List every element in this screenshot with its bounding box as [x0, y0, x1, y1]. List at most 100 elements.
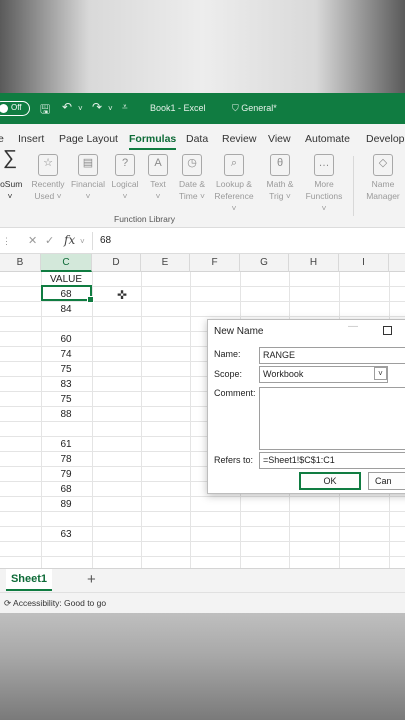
clock-icon: ◷	[182, 154, 202, 176]
name-label: Name:	[214, 349, 241, 359]
column-header-e[interactable]: E	[141, 254, 190, 272]
cell-c-value[interactable]: 61	[41, 437, 91, 452]
redo-icon[interactable]: ↷	[92, 100, 102, 114]
tab-insert[interactable]: Insert	[18, 133, 44, 145]
cell-c-value[interactable]: 75	[41, 392, 91, 407]
tab-formulas[interactable]: Formulas	[129, 133, 177, 150]
math-trig-button[interactable]: θ Math & Trig ˅	[258, 154, 302, 202]
cell-c-value[interactable]: 84	[41, 302, 91, 317]
ok-button[interactable]: OK	[299, 472, 361, 490]
sheet-tab-bar: Sheet1 +	[0, 568, 405, 592]
cell-c-value[interactable]	[41, 317, 91, 332]
scope-label: Scope:	[214, 369, 243, 379]
ribbon-function-library: ∑ toSum ˅ ☆ Recently Used ˅ ▤ Financial …	[0, 148, 405, 228]
tab-developer[interactable]: Develope	[366, 133, 405, 145]
cell-cursor-icon: ✜	[117, 288, 128, 302]
tab-review[interactable]: Review	[222, 133, 256, 145]
tab-data[interactable]: Data	[186, 133, 208, 145]
cell-c-value[interactable]: 60	[41, 332, 91, 347]
column-headers: B C D E F G H I	[0, 254, 405, 272]
question-icon: ?	[115, 154, 135, 176]
cell-c-value[interactable]: 74	[41, 347, 91, 362]
maximize-icon[interactable]	[383, 326, 392, 335]
add-sheet-icon[interactable]: +	[87, 571, 96, 588]
column-header-i[interactable]: I	[339, 254, 389, 272]
expand-formula-icon[interactable]: ˅	[80, 237, 85, 246]
accessibility-status[interactable]: Accessibility: Good to go	[13, 598, 106, 608]
comment-textarea[interactable]	[259, 387, 405, 450]
sensitivity-label[interactable]: ⛉ General*	[232, 103, 277, 114]
undo-icon[interactable]: ↶	[62, 100, 72, 114]
cell-c-value[interactable]: 75	[41, 362, 91, 377]
name-input[interactable]: RANGE	[259, 347, 405, 364]
tab-automate[interactable]: Automate	[305, 133, 350, 145]
grid-line	[141, 272, 142, 568]
undo-dropdown-icon[interactable]: ˅	[78, 104, 83, 113]
new-name-dialog: New Name — Name: RANGE Scope: Workbook ˅…	[207, 319, 405, 494]
tab-page-layout[interactable]: Page Layout	[59, 133, 118, 145]
cell-c-value[interactable]: 68	[41, 482, 91, 497]
formula-bar: ⋮ ✕ ✓ fx ˅ 68	[0, 228, 405, 254]
cell-c-value[interactable]: 78	[41, 452, 91, 467]
cell-c-value[interactable]: 79	[41, 467, 91, 482]
group-separator	[353, 156, 354, 216]
cell-c-value[interactable]: 88	[41, 407, 91, 422]
autosave-toggle[interactable]: Off	[0, 101, 30, 116]
star-icon: ☆	[38, 154, 58, 176]
sheet-tab-sheet1[interactable]: Sheet1	[6, 569, 52, 591]
lookup-reference-button[interactable]: ⌕ Lookup & Reference ˅	[212, 154, 256, 214]
accessibility-icon: ⟳	[4, 598, 12, 608]
database-icon: ▤	[78, 154, 98, 176]
background-shade	[0, 613, 405, 720]
more-functions-button[interactable]: … More Functions ˅	[302, 154, 346, 214]
excel-window: Off 🖫 ↶ ˅ ↷ ˅ ⩡ Book1 - Excel ⛉ General*…	[0, 93, 405, 613]
autosave-label: Off	[11, 103, 22, 112]
cell-c-value[interactable]: 63	[41, 527, 91, 542]
cell-c-value[interactable]	[41, 422, 91, 437]
refers-to-input[interactable]: =Sheet1!$C$1:C1	[259, 452, 405, 469]
tag-icon: ◇	[373, 154, 393, 176]
column-header-c[interactable]: C	[41, 254, 92, 272]
column-header-d[interactable]: D	[92, 254, 141, 272]
column-header-b[interactable]: B	[0, 254, 41, 272]
shield-icon: ⛉	[232, 103, 239, 113]
cell-c-value[interactable]: 89	[41, 497, 91, 512]
cancel-entry-icon[interactable]: ✕	[28, 234, 37, 247]
minimize-icon[interactable]: —	[348, 321, 358, 332]
function-library-label: Function Library	[114, 214, 175, 224]
confirm-entry-icon[interactable]: ✓	[45, 234, 54, 247]
recently-used-button[interactable]: ☆ Recently Used ˅	[26, 154, 70, 202]
scope-dropdown-icon[interactable]: ˅	[374, 367, 387, 380]
tab-view[interactable]: View	[268, 133, 291, 145]
more-functions-icon: …	[314, 154, 334, 176]
date-time-button[interactable]: ◷ Date & Time ˅	[170, 154, 214, 202]
formula-input[interactable]: 68	[100, 235, 111, 246]
cancel-button[interactable]: Can	[368, 472, 405, 490]
scope-select[interactable]: Workbook	[259, 366, 388, 383]
cell-c-value[interactable]: 83	[41, 377, 91, 392]
theta-icon: θ	[270, 154, 290, 176]
customize-toolbar-icon[interactable]: ⩡	[122, 102, 128, 113]
tab-home-partial[interactable]: e	[0, 133, 4, 145]
grid-line	[92, 272, 93, 568]
title-bar: Off 🖫 ↶ ˅ ↷ ˅ ⩡ Book1 - Excel ⛉ General*	[0, 93, 405, 124]
column-header-g[interactable]: G	[240, 254, 289, 272]
dialog-title: New Name	[214, 326, 264, 337]
status-bar: ⟳ Accessibility: Good to go	[0, 592, 405, 613]
formula-separator	[92, 232, 93, 250]
column-header-f[interactable]: F	[190, 254, 240, 272]
save-icon[interactable]: 🖫	[40, 100, 50, 121]
redo-dropdown-icon[interactable]: ˅	[108, 104, 113, 113]
insert-function-icon[interactable]: fx	[64, 233, 75, 247]
sensitivity-text: General*	[241, 103, 277, 113]
cell-c-value[interactable]	[41, 512, 91, 527]
name-manager-button[interactable]: ◇ Name Manager	[361, 154, 405, 202]
ribbon-tabs: e Insert Page Layout Formulas Data Revie…	[0, 124, 405, 150]
column-header-h[interactable]: H	[289, 254, 339, 272]
grid-line	[190, 272, 191, 568]
comment-label: Comment:	[214, 388, 256, 398]
document-title: Book1 - Excel	[150, 103, 206, 113]
selected-cell[interactable]	[41, 285, 94, 303]
refers-to-label: Refers to:	[214, 455, 254, 465]
namebox-dropdown-icon[interactable]: ⋮	[2, 236, 11, 247]
